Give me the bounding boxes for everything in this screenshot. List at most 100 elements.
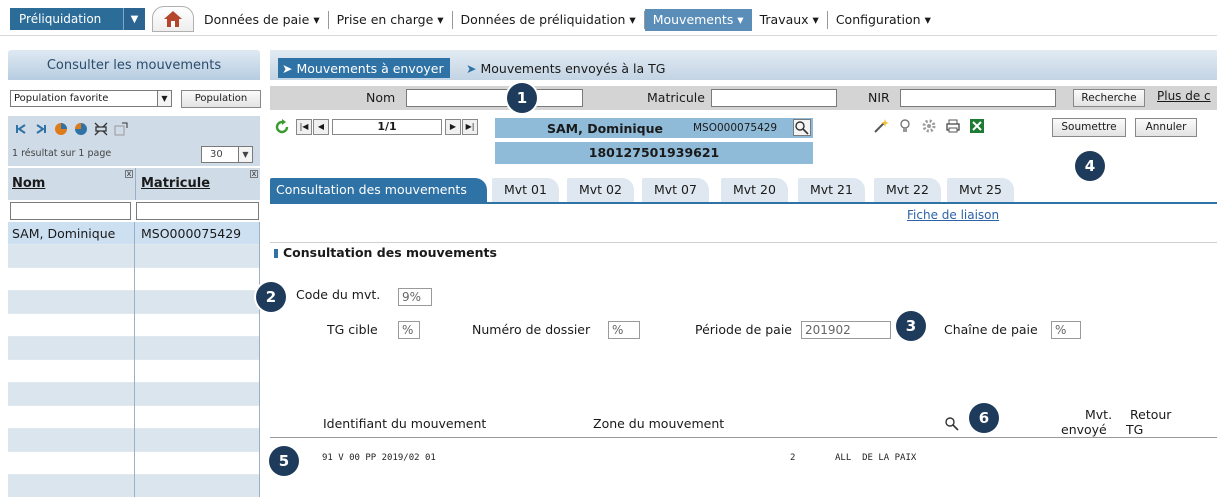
chevron-down-icon[interactable]: ▼ [238,147,252,162]
prev-page-icon[interactable]: ◀ [313,119,329,135]
identity-name: SAM, Dominique [547,121,663,136]
fiche-de-liaison-link[interactable]: Fiche de liaison [907,208,999,222]
col-matricule[interactable]: Matricule [141,176,210,191]
col-divider [135,168,136,200]
tab-label: Mouvements à envoyer [296,60,444,76]
chevron-down-icon[interactable]: ▼ [123,8,145,30]
row-nom: SAM, Dominique [12,226,116,241]
search-icon[interactable] [944,416,960,434]
menu-mouvements[interactable]: Mouvements ▾ [644,9,752,31]
numero-dossier-label: Numéro de dossier [472,322,591,337]
chaine-paie-field[interactable]: % [1051,321,1081,339]
export-icon[interactable] [114,122,128,136]
print-icon[interactable] [945,118,961,134]
col-nom[interactable]: Nom [12,176,45,191]
menu-donnees-paie[interactable]: Données de paie ▾ [196,11,329,29]
nom-label: Nom [366,90,396,105]
subtabs: ➤ Mouvements à envoyer ➤ Mouvements envo… [270,50,1217,80]
left-panel-title[interactable]: Consulter les mouvements [8,50,260,80]
last-page-icon[interactable]: ▶| [462,119,478,135]
tab-mvt-25[interactable]: Mvt 25 [947,178,1014,202]
home-icon[interactable] [152,6,194,32]
callout-5: 5 [269,446,299,476]
page-size-select[interactable]: 30 ▼ [201,146,253,163]
nir-input[interactable] [900,89,1056,107]
filter-nom-input[interactable] [10,202,131,220]
page-indicator: 1/1 [332,119,442,135]
recherche-button[interactable]: Recherche [1073,89,1145,107]
population-select[interactable]: Population favorite ▼ [10,90,172,107]
population-button[interactable]: Population [181,90,261,108]
filter-matricule-input[interactable] [136,202,259,220]
tg-cible-label: TG cible [327,322,378,337]
first-page-icon[interactable]: |◀ [296,119,312,135]
top-menu-bar: Préliquidation ▼ Données de paie ▾ Prise… [0,0,1217,36]
results-header-divider [270,437,1217,438]
menu-prise-en-charge[interactable]: Prise en charge ▾ [329,11,453,29]
tab-mvt-22[interactable]: Mvt 22 [874,178,941,202]
nir-label: NIR [868,90,890,105]
identity-nir: 180127501939621 [495,142,813,164]
action-icons [873,118,985,134]
identity-box: SAM, Dominique MSO000075429 [495,118,813,138]
app-module-button[interactable]: Préliquidation ▼ [10,8,145,30]
tg-cible-field[interactable]: % [398,321,420,339]
refresh-icon[interactable] [274,119,290,135]
col-identifiant: Identifiant du mouvement [323,416,487,431]
filter-row [8,200,260,222]
col-tg: TG [1126,422,1144,437]
more-criteria-link[interactable]: Plus de c [1157,89,1211,103]
menu-travaux[interactable]: Travaux ▾ [752,11,828,29]
chevron-down-icon[interactable]: ▼ [157,91,171,106]
matricule-input[interactable] [711,89,837,107]
section-title: Consultation des mouvements [274,245,497,260]
periode-paie-label: Période de paie [695,322,792,337]
annuler-button[interactable]: Annuler [1135,118,1197,137]
bulb-icon[interactable] [897,118,913,134]
expand-icon[interactable] [94,122,108,136]
first-icon[interactable] [14,122,28,136]
chaine-paie-label: Chaîne de paie [944,322,1038,337]
excel-icon[interactable] [969,118,985,134]
col-mvt: Mvt. [1085,407,1113,422]
result-info-bar: 1 résultat sur 1 page 30 ▼ [8,142,260,166]
soumettre-button[interactable]: Soumettre [1052,118,1126,137]
periode-paie-field[interactable]: 201902 [801,321,891,339]
callout-1: 1 [507,83,537,113]
menu-configuration[interactable]: Configuration ▾ [828,11,939,29]
nom-input[interactable] [406,89,583,107]
col-zone: Zone du mouvement [593,416,725,431]
row-number: 2 [790,453,796,463]
chart-icon[interactable] [54,122,68,136]
numero-dossier-field[interactable]: % [608,321,640,339]
tab-mouvements-envoyes[interactable]: ➤ Mouvements envoyés à la TG [462,58,671,78]
tab-consultation[interactable]: Consultation des mouvements [270,178,487,202]
row-identifiant: 91 V 00 PP 2019/02 01 [322,453,436,463]
detail-tabs: Consultation des mouvements Mvt 01 Mvt 0… [270,178,1217,204]
menu-donnees-preliquidation[interactable]: Données de préliquidation ▾ [453,11,645,29]
left-toolbar [8,116,260,142]
callout-2: 2 [256,282,286,312]
tab-mvt-21[interactable]: Mvt 21 [798,178,865,202]
population-select-value: Population favorite [14,93,109,104]
tab-mvt-07[interactable]: Mvt 07 [642,178,709,202]
search-icon[interactable] [793,119,811,136]
close-icon[interactable]: x [250,170,258,178]
tab-mvt-02[interactable]: Mvt 02 [567,178,634,202]
last-icon[interactable] [34,122,48,136]
page-size-value: 30 [210,149,223,160]
code-mvt-field[interactable]: 9% [398,288,432,306]
tab-mvt-01[interactable]: Mvt 01 [492,178,559,202]
tab-mouvements-a-envoyer[interactable]: ➤ Mouvements à envoyer [278,58,450,78]
gear-icon[interactable] [921,118,937,134]
col-divider [134,222,135,497]
wand-icon[interactable] [873,118,889,134]
pie-icon[interactable] [74,122,88,136]
close-icon[interactable]: x [125,170,133,178]
tab-mvt-20[interactable]: Mvt 20 [721,178,788,202]
main-menu: Données de paie ▾ Prise en charge ▾ Donn… [196,9,939,31]
next-page-icon[interactable]: ▶ [445,119,461,135]
app-module-label: Préliquidation [19,12,102,26]
row-matricule: MSO000075429 [141,226,242,241]
population-row: Population favorite ▼ Population [8,90,261,110]
